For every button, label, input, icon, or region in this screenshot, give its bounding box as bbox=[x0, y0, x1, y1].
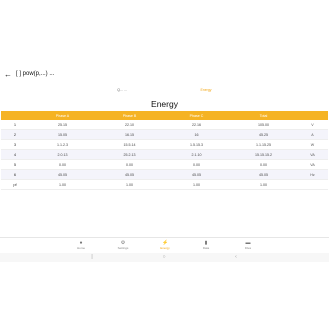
unit-cell: VA bbox=[297, 149, 328, 160]
table-cell: 15.5.14 bbox=[96, 139, 163, 150]
system-navigation-bar: | ○ ‹ bbox=[0, 253, 329, 262]
table-header-row: Phase A Phase B Phase C Total bbox=[1, 111, 328, 120]
table-cell: 2.1.10 bbox=[163, 149, 230, 160]
header-cell: Phase B bbox=[96, 111, 163, 120]
table-cell: 1.00 bbox=[96, 179, 163, 190]
nav-item-energy[interactable]: ⚡ Energy bbox=[150, 239, 180, 253]
table-cell: 45.25 bbox=[230, 129, 297, 140]
table-cell: 16.15 bbox=[96, 129, 163, 140]
nav-label: Home bbox=[76, 246, 85, 250]
nav-item-home[interactable]: ● Home bbox=[66, 239, 96, 253]
unit-cell: A bbox=[297, 129, 328, 140]
home-circle-icon[interactable]: ○ bbox=[159, 253, 169, 262]
nav-item-files[interactable]: ▬ Files bbox=[233, 239, 263, 253]
table-row: pf 1.00 1.00 1.00 1.00 bbox=[1, 179, 328, 190]
top-bar: ← [ ] pow(p,...) ... bbox=[0, 68, 329, 82]
segment-tabs: Q... ... Energy bbox=[0, 86, 329, 96]
table-cell: 45.05 bbox=[163, 169, 230, 180]
table-cell: 1.5.15.3 bbox=[163, 139, 230, 150]
nav-label: Data bbox=[202, 246, 210, 250]
table-cell: 1.00 bbox=[29, 179, 96, 190]
recent-apps-icon[interactable]: | bbox=[87, 253, 97, 262]
table-row: 1 25.15 22.10 22.16 105.00 V bbox=[1, 120, 328, 130]
table-cell: 105.00 bbox=[230, 120, 297, 130]
table-cell: 1.00 bbox=[163, 179, 230, 190]
table-row: 3 1.1.2.3 15.5.14 1.5.15.3 1.1.15.25 W bbox=[1, 139, 328, 150]
table-cell: 45.05 bbox=[29, 169, 96, 180]
nav-label: Settings bbox=[117, 246, 129, 250]
unit-cell: W bbox=[297, 139, 328, 150]
row-label: pf bbox=[1, 179, 29, 190]
table-cell: 25.15 bbox=[29, 120, 96, 130]
header-cell: Phase C bbox=[163, 111, 230, 120]
row-label: 1 bbox=[1, 120, 29, 130]
nav-label: Energy bbox=[160, 246, 170, 250]
unit-cell: V bbox=[297, 120, 328, 130]
table-cell: 1.1.2.3 bbox=[29, 139, 96, 150]
tab-left[interactable]: Q... ... bbox=[92, 86, 152, 95]
table-cell: 2.0.13 bbox=[29, 149, 96, 160]
table-cell: 0.00 bbox=[230, 159, 297, 170]
table-row: 6 45.05 45.05 45.05 45.05 Hz bbox=[1, 169, 328, 180]
table-cell: 1.00 bbox=[230, 179, 297, 190]
nav-item-data[interactable]: ▮ Data bbox=[191, 239, 221, 253]
header-cell bbox=[1, 111, 29, 120]
table-cell: 0.00 bbox=[29, 159, 96, 170]
table-cell: 16 bbox=[163, 129, 230, 140]
page-title: Energy bbox=[151, 99, 178, 109]
row-label: 5 bbox=[1, 159, 29, 170]
header-cell: Phase A bbox=[29, 111, 96, 120]
top-bar-title: [ ] pow(p,...) ... bbox=[16, 71, 55, 77]
table-row: 5 0.00 0.00 0.00 0.00 VA bbox=[1, 159, 328, 170]
row-label: 3 bbox=[1, 139, 29, 150]
header-cell: Total bbox=[230, 111, 297, 120]
unit-cell: Hz bbox=[297, 169, 328, 180]
energy-table: Phase A Phase B Phase C Total 1 25.15 22… bbox=[1, 111, 328, 190]
unit-cell bbox=[297, 179, 328, 190]
nav-item-settings[interactable]: ⚙ Settings bbox=[108, 239, 138, 253]
table-cell: 25.2.13 bbox=[96, 149, 163, 160]
header-cell bbox=[297, 111, 328, 120]
table-cell: 15.05 bbox=[29, 129, 96, 140]
row-label: 6 bbox=[1, 169, 29, 180]
bottom-navigation: ● Home ⚙ Settings ⚡ Energy ▮ Data ▬ File… bbox=[0, 237, 329, 254]
table-cell: 1.1.15.25 bbox=[230, 139, 297, 150]
table-cell: 0.00 bbox=[163, 159, 230, 170]
table-cell: 22.10 bbox=[96, 120, 163, 130]
tab-energy[interactable]: Energy bbox=[176, 86, 236, 95]
table-cell: 15.15.15.2 bbox=[230, 149, 297, 160]
table-cell: 45.05 bbox=[96, 169, 163, 180]
table-cell: 0.00 bbox=[96, 159, 163, 170]
row-label: 2 bbox=[1, 129, 29, 140]
table-cell: 22.16 bbox=[163, 120, 230, 130]
arrow-left-icon[interactable]: ← bbox=[4, 70, 12, 79]
row-label: 4 bbox=[1, 149, 29, 160]
table-row: 2 15.05 16.15 16 45.25 A bbox=[1, 129, 328, 140]
table-cell: 45.05 bbox=[230, 169, 297, 180]
table-row: 4 2.0.13 25.2.13 2.1.10 15.15.15.2 VA bbox=[1, 149, 328, 160]
back-icon[interactable]: ‹ bbox=[231, 253, 241, 262]
nav-label: Files bbox=[244, 246, 252, 250]
unit-cell: VA bbox=[297, 159, 328, 170]
